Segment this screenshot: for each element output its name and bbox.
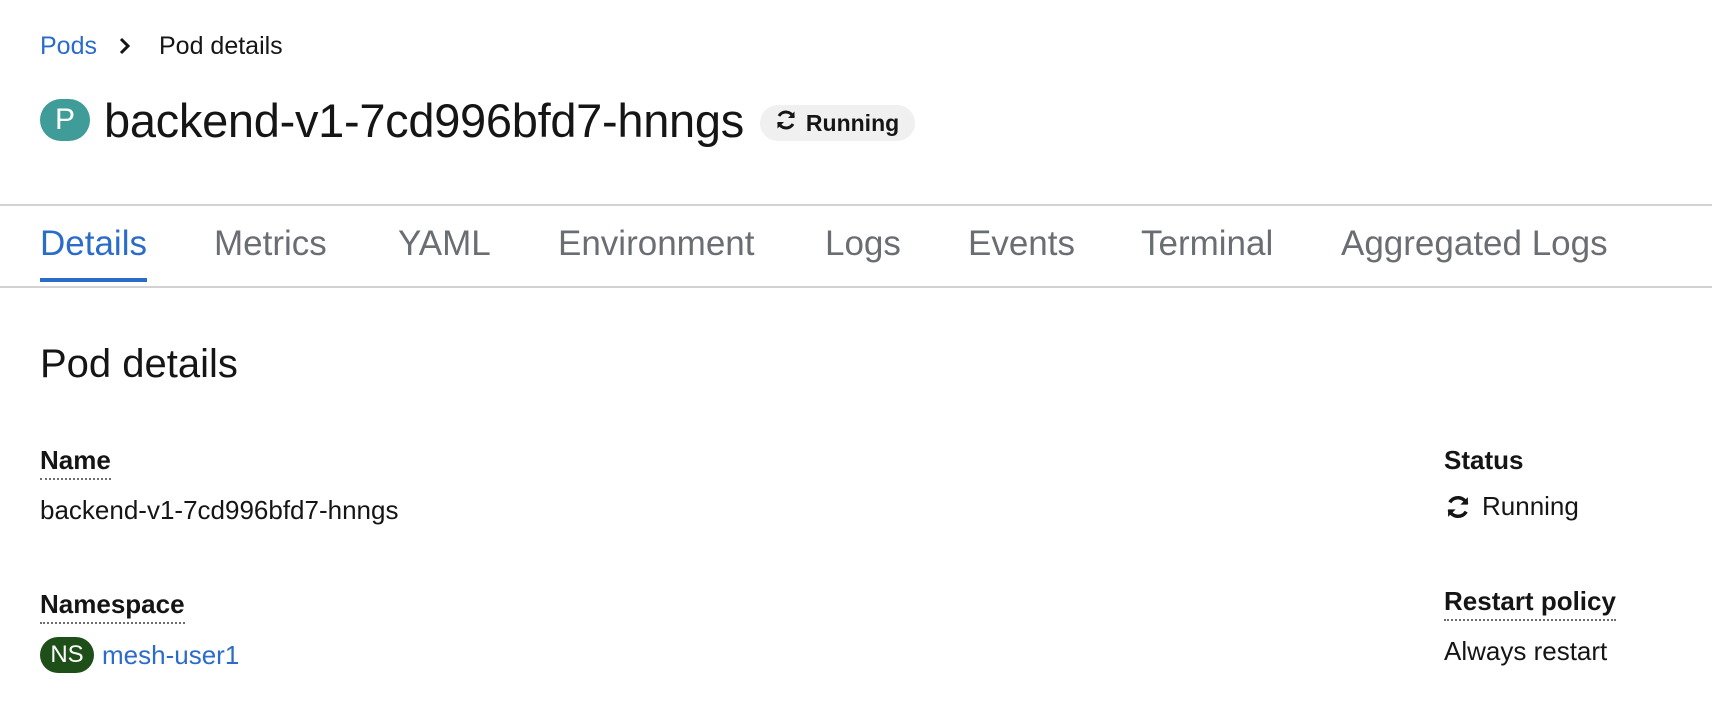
tab-terminal[interactable]: Terminal [1141,224,1273,278]
status-value: Running [1444,491,1579,522]
status-badge: Running [759,105,916,141]
tab-events[interactable]: Events [968,224,1075,278]
namespace-link[interactable]: mesh-user1 [102,640,239,671]
breadcrumb-current: Pod details [158,31,283,60]
tab-details[interactable]: Details [40,224,147,282]
tab-environment[interactable]: Environment [558,224,754,278]
page-header: P backend-v1-7cd996bfd7-hnngs Running [40,90,916,150]
sync-icon [1444,493,1472,521]
tab-bar: Details Metrics YAML Environment Logs Ev… [0,204,1712,288]
namespace-badge: NS [40,637,94,673]
tab-yaml[interactable]: YAML [398,224,491,278]
name-label[interactable]: Name [40,445,111,481]
chevron-right-icon [105,37,145,55]
page-title: backend-v1-7cd996bfd7-hnngs [104,93,744,147]
status-label: Status [1444,445,1524,475]
tab-logs[interactable]: Logs [825,224,901,278]
tab-aggregated-logs[interactable]: Aggregated Logs [1341,224,1608,278]
restart-policy-label[interactable]: Restart policy [1444,586,1616,622]
status-badge-label: Running [805,109,900,136]
namespace-value: NS mesh-user1 [40,637,239,673]
restart-policy-value: Always restart [1444,636,1608,666]
status-value-label: Running [1482,491,1579,521]
name-value: backend-v1-7cd996bfd7-hnngs [40,495,399,525]
pod-resource-badge: P [40,99,90,141]
tab-metrics[interactable]: Metrics [214,224,327,278]
namespace-label[interactable]: Namespace [40,589,185,625]
breadcrumb: Pods Pod details [40,28,283,64]
sync-icon [774,108,798,138]
breadcrumb-pods-link[interactable]: Pods [40,32,97,61]
section-title: Pod details [40,342,238,386]
